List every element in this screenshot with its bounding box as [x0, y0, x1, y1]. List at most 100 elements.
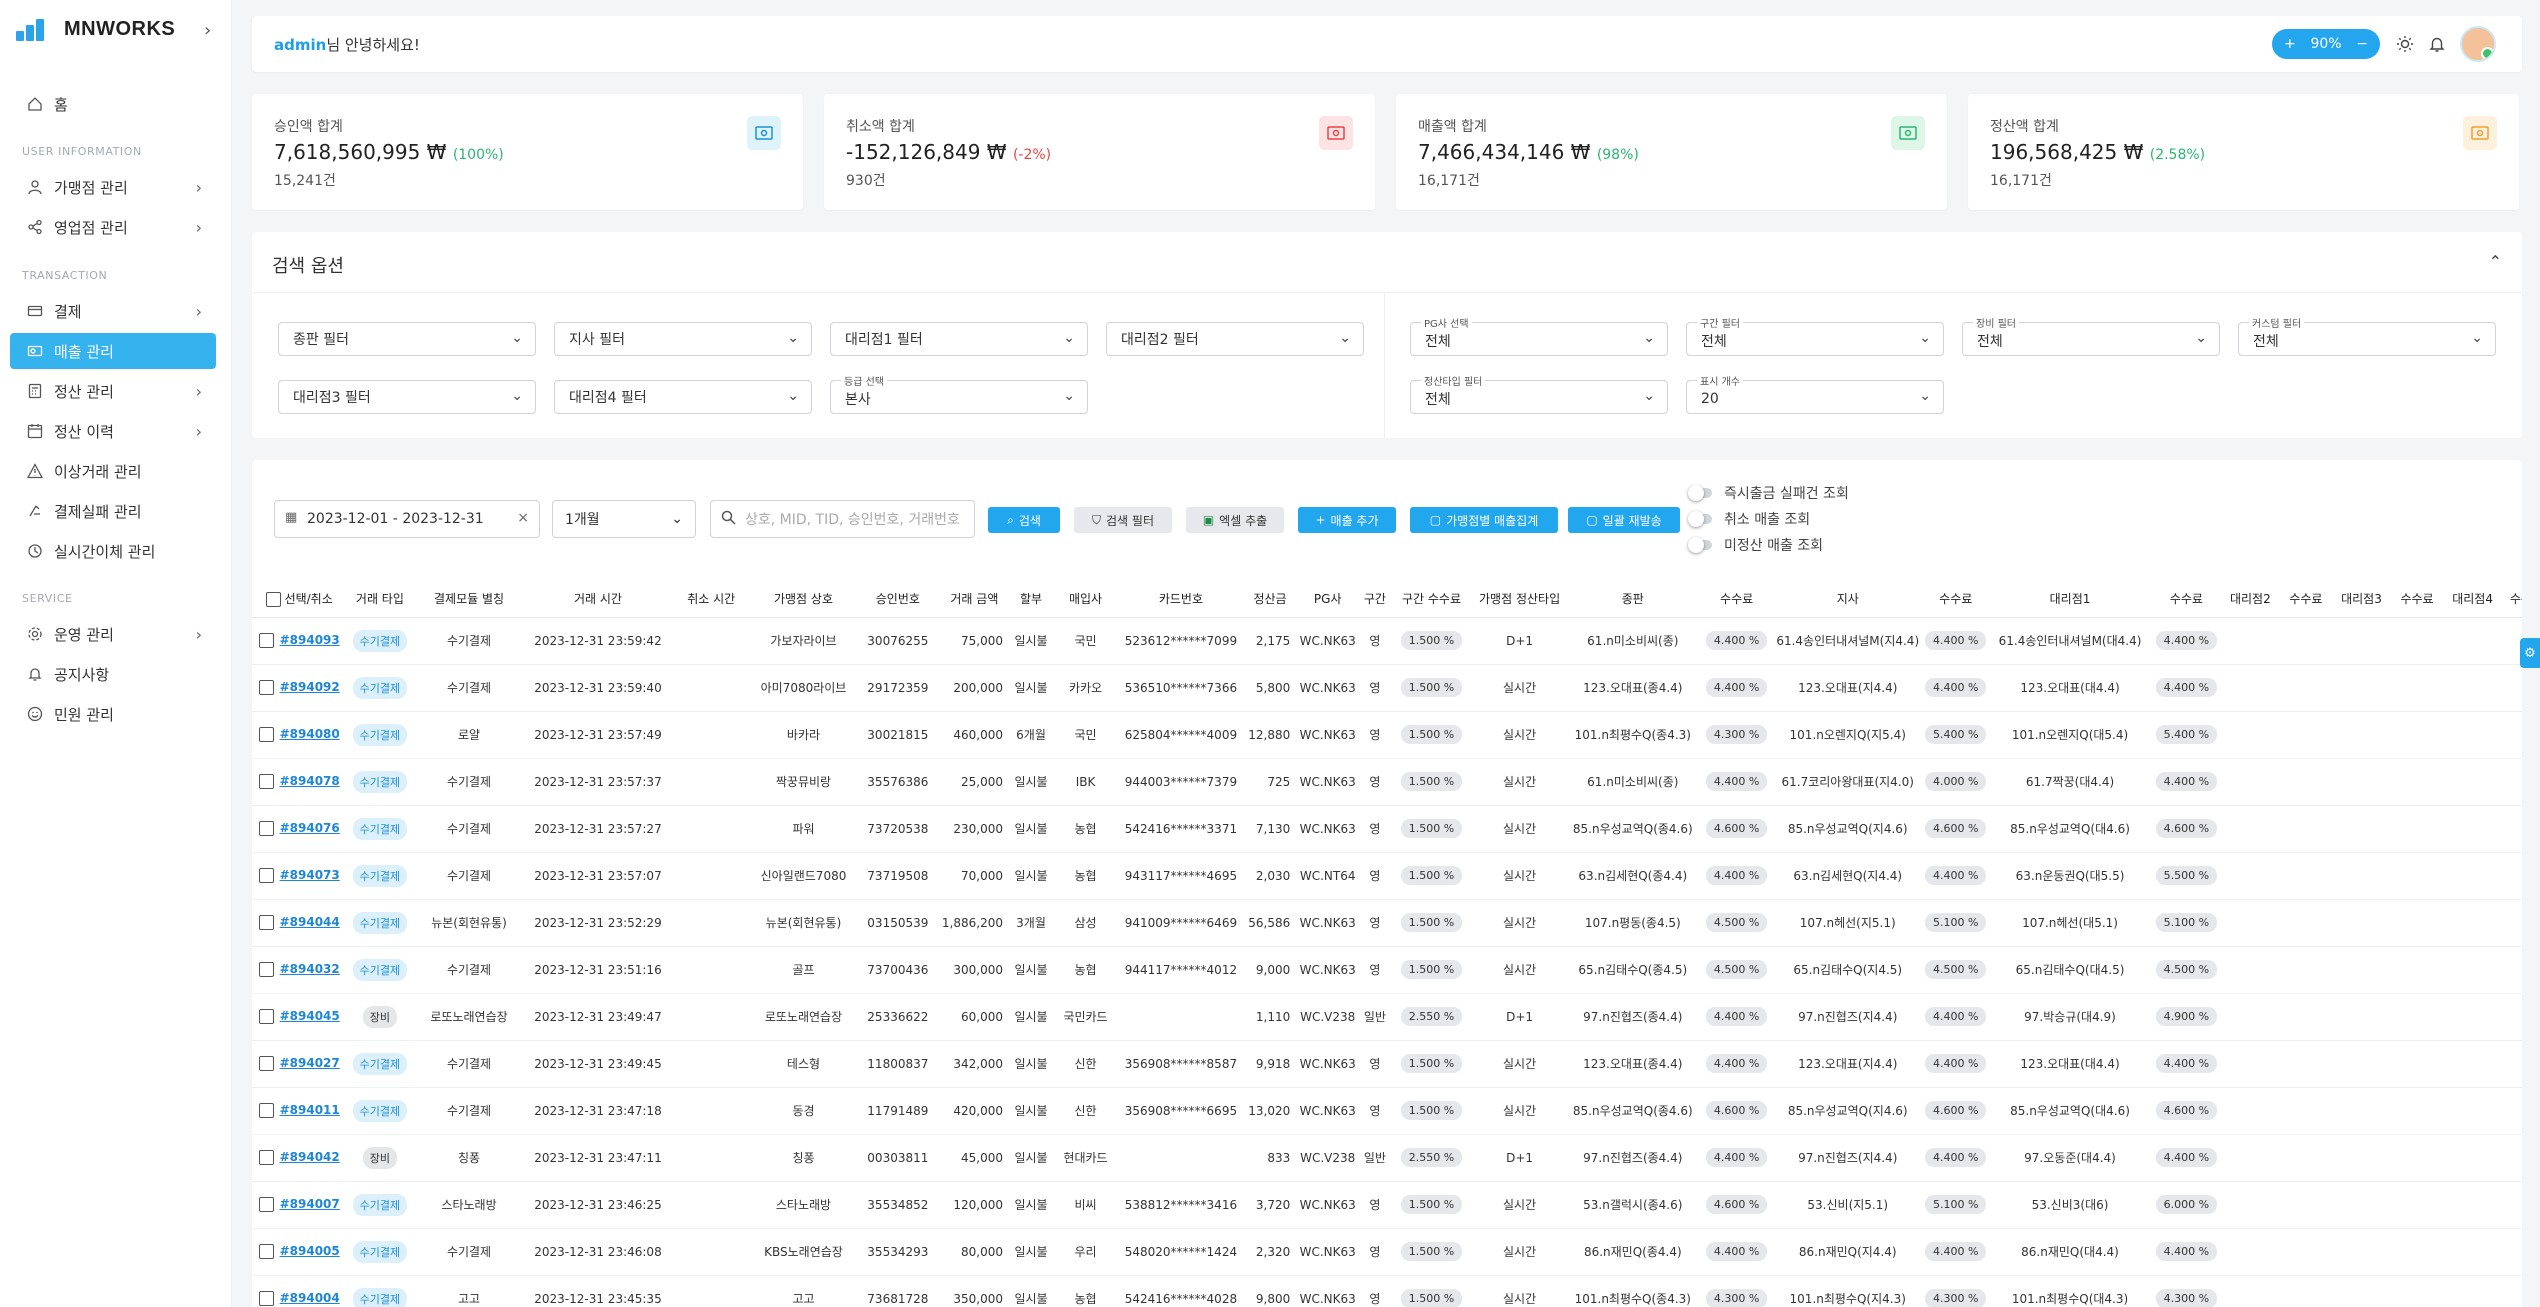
search-button[interactable]: ⌕ 검색: [988, 507, 1060, 533]
toggle-unsettled-sales[interactable]: 미정산 매출 조회: [1688, 534, 1823, 556]
transaction-id-link[interactable]: #894042: [280, 1150, 340, 1164]
table-row[interactable]: #894011 수기결제 수기결제 2023-12-31 23:47:18 동경 1179…: [252, 1087, 2522, 1135]
transaction-id-link[interactable]: #894027: [280, 1056, 340, 1070]
table-row[interactable]: #894032 수기결제 수기결제 2023-12-31 23:51:16 골프 7370…: [252, 946, 2522, 994]
zoom-out-button[interactable]: −: [2356, 36, 2368, 52]
row-checkbox[interactable]: [258, 1103, 274, 1118]
transaction-id-link[interactable]: #894073: [280, 868, 340, 882]
table-row[interactable]: #894004 수기결제 고고 2023-12-31 23:45:35 고고 736817…: [252, 1275, 2522, 1307]
period-select[interactable]: 1개월 ⌄: [552, 500, 696, 538]
filter-select-agency2[interactable]: 대리점2 필터 ⌄: [1106, 322, 1364, 356]
sidebar-item-sales[interactable]: 매출 관리: [10, 333, 216, 369]
transaction-id-link[interactable]: #894011: [280, 1103, 340, 1117]
sidebar-item-notice[interactable]: 공지사항: [10, 656, 216, 692]
theme-toggle-icon[interactable]: [2392, 31, 2418, 57]
merchant-sales-summary-button[interactable]: ▢ 가맹점별 매출집계: [1410, 507, 1558, 533]
sidebar-item-fraud[interactable]: 이상거래 관리: [10, 453, 216, 489]
table-row[interactable]: #894027 수기결제 수기결제 2023-12-31 23:49:45 테스형 118…: [252, 1040, 2522, 1088]
table-row[interactable]: #894007 수기결제 스타노래방 2023-12-31 23:46:25 스타노래방…: [252, 1181, 2522, 1229]
row-checkbox[interactable]: [258, 868, 274, 883]
sidebar-item-settlement[interactable]: 정산 관리 ›: [10, 373, 216, 409]
sidebar-item-home[interactable]: 홈: [10, 86, 216, 122]
filter-select-total[interactable]: 종판 필터 ⌄: [278, 322, 536, 356]
fee-badge: 4.900 %: [2155, 1007, 2218, 1026]
filter-select-agency3[interactable]: 대리점3 필터 ⌄: [278, 380, 536, 414]
toggle-cancelled-sales[interactable]: 취소 매출 조회: [1688, 508, 1810, 530]
chevron-right-icon[interactable]: ›: [204, 20, 211, 41]
sidebar-item-complaints[interactable]: 민원 관리: [10, 696, 216, 732]
table-row[interactable]: #894092 수기결제 수기결제 2023-12-31 23:59:40 아미7080…: [252, 664, 2522, 712]
filter-select-custom[interactable]: 커스텀 필터 전체 ⌄: [2238, 315, 2496, 356]
sidebar-item-operations[interactable]: 운영 관리 ›: [10, 616, 216, 652]
table-row[interactable]: #894093 수기결제 수기결제 2023-12-31 23:59:42 가보자라이브…: [252, 617, 2522, 665]
transaction-id-link[interactable]: #894044: [280, 915, 340, 929]
switch[interactable]: [1688, 511, 1712, 527]
table-row[interactable]: #894005 수기결제 수기결제 2023-12-31 23:46:08 KBS노래연…: [252, 1228, 2522, 1276]
row-checkbox[interactable]: [258, 1244, 274, 1259]
sidebar-item-merchant[interactable]: 가맹점 관리 ›: [10, 169, 216, 205]
avatar[interactable]: [2460, 26, 2496, 62]
filter-select-grade[interactable]: 등급 선택 본사 ⌄: [830, 373, 1088, 414]
row-checkbox[interactable]: [258, 821, 274, 836]
row-checkbox[interactable]: [258, 1197, 274, 1212]
transaction-id-link[interactable]: #894076: [280, 821, 340, 835]
table-row[interactable]: #894045 장비 로또노래연습장 2023-12-31 23:49:47 로또노래연…: [252, 993, 2522, 1041]
batch-resend-button[interactable]: ▢ 일괄 재발송: [1568, 507, 1680, 533]
transaction-id-link[interactable]: #894078: [280, 774, 340, 788]
table-row[interactable]: #894042 장비 칭퐁 2023-12-31 23:47:11 칭퐁 00303811…: [252, 1134, 2522, 1182]
clear-icon[interactable]: ×: [517, 510, 529, 526]
sidebar-item-payment-fail[interactable]: 결제실패 관리: [10, 493, 216, 529]
sidebar-item-branch[interactable]: 영업점 관리 ›: [10, 209, 216, 245]
row-checkbox[interactable]: [258, 1056, 274, 1071]
row-checkbox[interactable]: [258, 633, 274, 648]
transaction-id-link[interactable]: #894007: [280, 1197, 340, 1211]
filter-select-device[interactable]: 장비 필터 전체 ⌄: [1962, 315, 2220, 356]
select-all-checkbox[interactable]: [265, 592, 281, 608]
filter-select-section[interactable]: 구간 필터 전체 ⌄: [1686, 315, 1944, 356]
table-row[interactable]: #894076 수기결제 수기결제 2023-12-31 23:57:27 파워 7372…: [252, 805, 2522, 853]
transaction-id-link[interactable]: #894093: [280, 633, 340, 647]
transaction-id-link[interactable]: #894080: [280, 727, 340, 741]
zoom-in-button[interactable]: +: [2284, 36, 2296, 52]
filter-select-branch[interactable]: 지사 필터 ⌄: [554, 322, 812, 356]
filter-select-agency1[interactable]: 대리점1 필터 ⌄: [830, 322, 1088, 356]
table-row[interactable]: #894044 수기결제 뉴본(회현유통) 2023-12-31 23:52:29 뉴본…: [252, 899, 2522, 947]
sidebar-item-realtime-transfer[interactable]: 실시간이체 관리: [10, 533, 216, 569]
row-checkbox[interactable]: [258, 1291, 274, 1306]
row-checkbox[interactable]: [258, 1009, 274, 1024]
row-checkbox[interactable]: [258, 774, 274, 789]
switch[interactable]: [1688, 537, 1712, 553]
filter-select-settlement-type[interactable]: 정산타입 필터 전체 ⌄: [1410, 373, 1668, 414]
sidebar-item-payment[interactable]: 결제 ›: [10, 293, 216, 329]
table-row[interactable]: #894078 수기결제 수기결제 2023-12-31 23:57:37 짝꿍뮤비랑 3…: [252, 758, 2522, 806]
row-checkbox[interactable]: [258, 915, 274, 930]
switch[interactable]: [1688, 485, 1712, 501]
toggle-instant-withdrawal-failed[interactable]: 즉시출금 실패건 조회: [1688, 482, 1849, 504]
table-cell: [671, 1040, 752, 1088]
table-row[interactable]: #894080 수기결제 로얄 2023-12-31 23:57:49 바카라 30021…: [252, 711, 2522, 759]
brand[interactable]: MNWORKS: [0, 0, 231, 58]
row-checkbox[interactable]: [258, 1150, 274, 1165]
sidebar-item-settlement-history[interactable]: 정산 이력 ›: [10, 413, 216, 449]
filter-select-agency4[interactable]: 대리점4 필터 ⌄: [554, 380, 812, 414]
transaction-id-link[interactable]: #894032: [280, 962, 340, 976]
transaction-id-link[interactable]: #894045: [280, 1009, 340, 1023]
add-sale-button[interactable]: + 매출 추가: [1298, 507, 1396, 533]
table-cell: 85.n우성교역Q(종4.6): [1566, 1087, 1699, 1135]
transaction-id-link[interactable]: #894092: [280, 680, 340, 694]
transaction-id-link[interactable]: #894005: [280, 1244, 340, 1258]
row-checkbox[interactable]: [258, 680, 274, 695]
filter-select-page-size[interactable]: 표시 개수 20 ⌄: [1686, 373, 1944, 414]
date-range-picker[interactable]: ▦ 2023-12-01 - 2023-12-31 ×: [274, 500, 540, 538]
search-input[interactable]: 상호, MID, TID, 승인번호, 거래번호: [710, 500, 975, 538]
row-checkbox[interactable]: [258, 962, 274, 977]
search-filter-button[interactable]: ⛉ 검색 필터: [1074, 507, 1172, 533]
table-row[interactable]: #894073 수기결제 수기결제 2023-12-31 23:57:07 신아일랜드7…: [252, 852, 2522, 900]
notification-bell-icon[interactable]: [2424, 31, 2450, 57]
settings-gear-icon[interactable]: ⚙: [2520, 638, 2540, 668]
filter-select-pg[interactable]: PG사 선택 전체 ⌄: [1410, 315, 1668, 356]
excel-export-button[interactable]: ▣ 엑셀 추출: [1186, 507, 1284, 533]
chevron-up-icon[interactable]: ⌃: [2489, 252, 2502, 271]
row-checkbox[interactable]: [258, 727, 274, 742]
transaction-id-link[interactable]: #894004: [280, 1291, 340, 1305]
